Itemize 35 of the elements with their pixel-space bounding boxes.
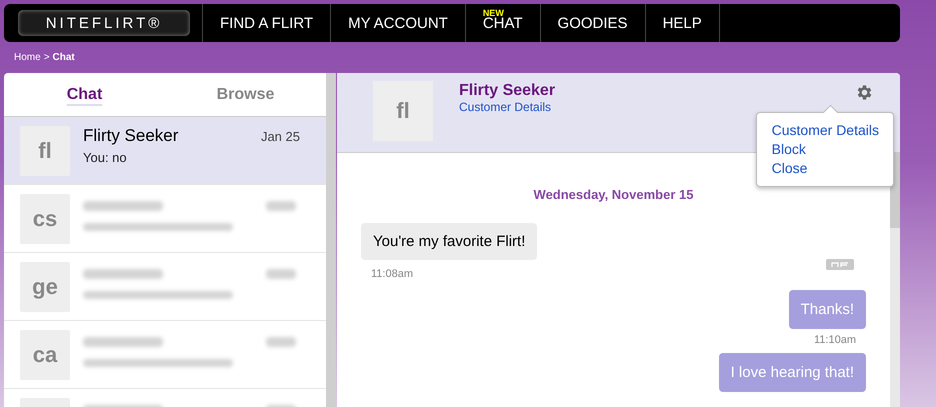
message-bubble: I love hearing that! (718, 353, 866, 392)
message-time: 11:08am (371, 268, 413, 280)
avatar: ge (20, 262, 70, 312)
logo[interactable]: NITEFLIRT® (18, 10, 190, 36)
message-bubble: You're my favorite Flirt! (361, 223, 538, 260)
scrollbar[interactable] (326, 73, 336, 407)
menu-item[interactable]: Close (772, 159, 879, 178)
nav-item[interactable]: GOODIES (540, 4, 645, 42)
nav-item[interactable]: MY ACCOUNT (330, 4, 465, 42)
scrollbar[interactable] (890, 153, 900, 407)
nav-item[interactable]: NEW CHAT (464, 4, 540, 42)
conversation-item[interactable]: fl Flirty Seeker Jan 25 You: no (4, 117, 326, 185)
date-divider: Wednesday, November 15 (532, 187, 694, 202)
avatar: ca (20, 330, 70, 380)
message-preview: You: no (83, 150, 128, 165)
message-bubble: Thanks! (788, 290, 866, 329)
settings-icon[interactable] (855, 83, 874, 102)
breadcrumb-link[interactable]: Home (14, 52, 41, 63)
nav-item[interactable]: FIND A FLIRT (202, 4, 330, 42)
menu-item[interactable]: Block (772, 140, 879, 159)
avatar: fl (20, 126, 70, 176)
tab[interactable]: Browse (165, 73, 326, 116)
avatar: cs (20, 194, 70, 244)
message-time: 11:10am (814, 334, 856, 346)
breadcrumb-link[interactable]: Chat (52, 52, 75, 63)
logo-badge-icon (826, 259, 854, 270)
breadcrumb-separator: > (44, 52, 50, 63)
contact-name: Flirty Seeker (459, 82, 556, 100)
contact-name: Flirty Seeker (83, 126, 178, 146)
customer-details-link[interactable]: Customer Details (459, 100, 556, 114)
message-date: Jan 25 (260, 129, 300, 144)
nav-item[interactable]: HELP (644, 4, 720, 42)
avatar: fl (373, 81, 433, 141)
menu-item[interactable]: Customer Details (772, 121, 879, 140)
tab[interactable]: Chat (4, 73, 165, 116)
